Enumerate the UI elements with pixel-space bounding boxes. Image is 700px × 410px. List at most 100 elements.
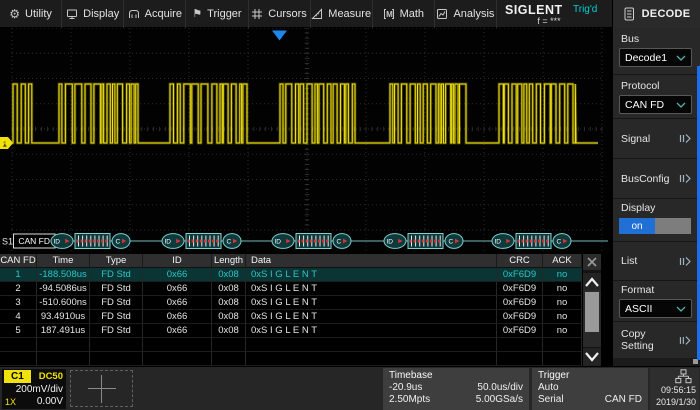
channel1-waveform <box>2 84 598 143</box>
column-header-can-fd: CAN FD <box>0 254 37 268</box>
menu-item-math[interactable]: MMath <box>373 0 435 28</box>
busconfig-menu-item[interactable]: BusConfig <box>613 158 700 198</box>
table-scrollbar <box>583 254 601 366</box>
column-header-ack: ACK <box>543 254 582 268</box>
busconfig-label: BusConfig <box>621 173 669 185</box>
column-header-type: Type <box>90 254 143 268</box>
table-row[interactable]: 2-94.5086usFD Std0x660x080xS I G L E N T… <box>0 282 612 296</box>
table-row-empty[interactable] <box>0 338 612 352</box>
frame-id-label: ID <box>275 239 282 246</box>
sample-rate: 5.00GSa/s <box>476 394 523 405</box>
plus-icon <box>88 375 116 403</box>
channel1-descriptor[interactable]: C1 DC50 200mV/div 1X 0.00V <box>2 369 66 409</box>
channel1-probe: 1X <box>5 397 16 407</box>
sidebar-footer <box>613 358 700 366</box>
menu-item-acquire[interactable]: Acquire <box>124 0 186 28</box>
table-row[interactable]: 1-188.508usFD Std0x660x080xS I G L E N T… <box>0 268 612 282</box>
decode-table-body: CAN FDTimeTypeIDLengthDataCRCACK1-188.50… <box>0 254 612 366</box>
timebase-descriptor[interactable]: Timebase -20.9us 50.0us/div 2.50Mpts 5.0… <box>383 368 529 410</box>
status-bar: C1 DC50 200mV/div 1X 0.00V Timebase -20.… <box>0 366 700 410</box>
list-label: List <box>621 255 637 267</box>
scroll-down-button[interactable] <box>583 348 601 366</box>
chevron-down-icon <box>676 306 686 312</box>
channel1-coupling: DC50 <box>39 371 63 382</box>
display-section: Display on <box>613 198 700 241</box>
clock-date: 2019/1/30 <box>653 396 696 408</box>
column-header-time: Time <box>37 254 90 268</box>
protocol-select-value: CAN FD <box>625 99 664 111</box>
table-row[interactable]: 5187.491usFD Std0x660x080xS I G L E N T0… <box>0 324 612 338</box>
memory-depth: 2.50Mpts <box>389 394 430 405</box>
table-row-empty[interactable] <box>0 352 612 366</box>
copy-setting-label: Copy Setting <box>621 328 679 352</box>
frame-id-label: ID <box>165 239 172 246</box>
table-row[interactable]: 493.4910usFD Std0x660x080xS I G L E N T0… <box>0 310 612 324</box>
table-close-button[interactable] <box>583 254 601 270</box>
scroll-up-button[interactable] <box>583 273 601 290</box>
column-header-crc: CRC <box>497 254 543 268</box>
brand-area: SIGLENT Trig'd f = *** <box>499 0 611 28</box>
decode-list-table: CAN FDTimeTypeIDLengthDataCRCACK1-188.50… <box>0 254 612 366</box>
trigger-position-marker[interactable] <box>272 31 287 41</box>
waveform-display[interactable]: 1S1CAN FDIDCIDCIDCIDCIDC <box>0 28 612 254</box>
menu-item-measure[interactable]: Measure <box>311 0 373 28</box>
decoded-frame: IDC <box>492 234 571 249</box>
trigger-protocol: CAN FD <box>605 394 642 405</box>
channel1-badge: C1 <box>4 370 31 383</box>
clock-time: 09:56:15 <box>653 384 696 396</box>
menu-item-trigger[interactable]: ⚑Trigger <box>186 0 248 28</box>
menu-item-display[interactable]: Display <box>62 0 124 28</box>
timebase-scale: 50.0us/div <box>477 382 523 393</box>
list-icon <box>623 7 635 21</box>
decoded-frame: ID C <box>384 234 463 249</box>
table-row[interactable]: 3-510.600nsFD Std0x660x080xS I G L E N T… <box>0 296 612 310</box>
column-header-id: ID <box>143 254 212 268</box>
flag-icon: ⚑ <box>192 8 202 20</box>
bus-label: Bus <box>613 28 700 45</box>
network-icon <box>653 369 696 384</box>
submenu-arrow-icon <box>679 335 692 346</box>
cursors-icon <box>251 8 263 20</box>
submenu-arrow-icon <box>679 173 692 184</box>
menu-item-utility[interactable]: ⚙Utility <box>0 0 62 28</box>
decoded-frame: IDC <box>51 234 130 249</box>
decode-panel-header: DECODE <box>612 0 700 28</box>
table-header-row: CAN FDTimeTypeIDLengthDataCRCACK <box>0 254 612 268</box>
bus-select[interactable]: Decode1 <box>619 48 692 67</box>
menu-item-analysis[interactable]: Analysis <box>435 0 497 28</box>
gear-icon: ⚙ <box>9 8 20 20</box>
trigger-status: Trig'd <box>573 4 597 15</box>
list-menu-item[interactable]: List <box>613 241 700 280</box>
format-label: Format <box>613 281 700 296</box>
frame-id-label: ID <box>387 239 394 246</box>
decode-panel-title: DECODE <box>642 8 691 20</box>
decoded-frame: IDC <box>272 234 351 249</box>
display-label: Display <box>613 199 700 214</box>
siglent-logo: SIGLENT <box>505 3 563 17</box>
column-header-data: Data <box>246 254 497 268</box>
decode-protocol-label: CAN FD <box>18 236 50 246</box>
bus-select-value: Decode1 <box>625 52 667 64</box>
frequency-counter: f = *** <box>499 16 599 26</box>
oscilloscope-screen: ⚙UtilityDisplayAcquire⚑TriggerCursorsMea… <box>0 0 700 410</box>
menu-item-cursors[interactable]: Cursors <box>249 0 311 28</box>
svg-text:M: M <box>386 10 393 19</box>
trigger-mode: Auto <box>538 382 559 393</box>
trigger-descriptor[interactable]: Trigger Auto Serial CAN FD <box>532 368 648 410</box>
math-icon: M <box>383 8 395 20</box>
display-toggle[interactable]: on <box>619 218 691 234</box>
bus-section: Bus Decode1 <box>613 28 700 74</box>
scrollbar-thumb[interactable] <box>585 292 599 332</box>
signal-menu-item[interactable]: Signal <box>613 118 700 158</box>
format-select-value: ASCII <box>625 303 652 315</box>
timebase-delay: -20.9us <box>389 382 422 393</box>
protocol-select[interactable]: CAN FD <box>619 95 692 114</box>
channel1-scale: 200mV/div <box>2 384 66 395</box>
frame-crc-label: C <box>449 239 454 246</box>
decode-source-label: S1 <box>2 237 13 247</box>
add-channel-button[interactable] <box>70 370 133 407</box>
format-select[interactable]: ASCII <box>619 299 692 318</box>
copy-setting-menu-item[interactable]: Copy Setting <box>613 321 700 358</box>
timebase-label: Timebase <box>389 370 523 381</box>
decode-sidebar: Bus Decode1 Protocol CAN FD Signal B <box>612 28 700 366</box>
